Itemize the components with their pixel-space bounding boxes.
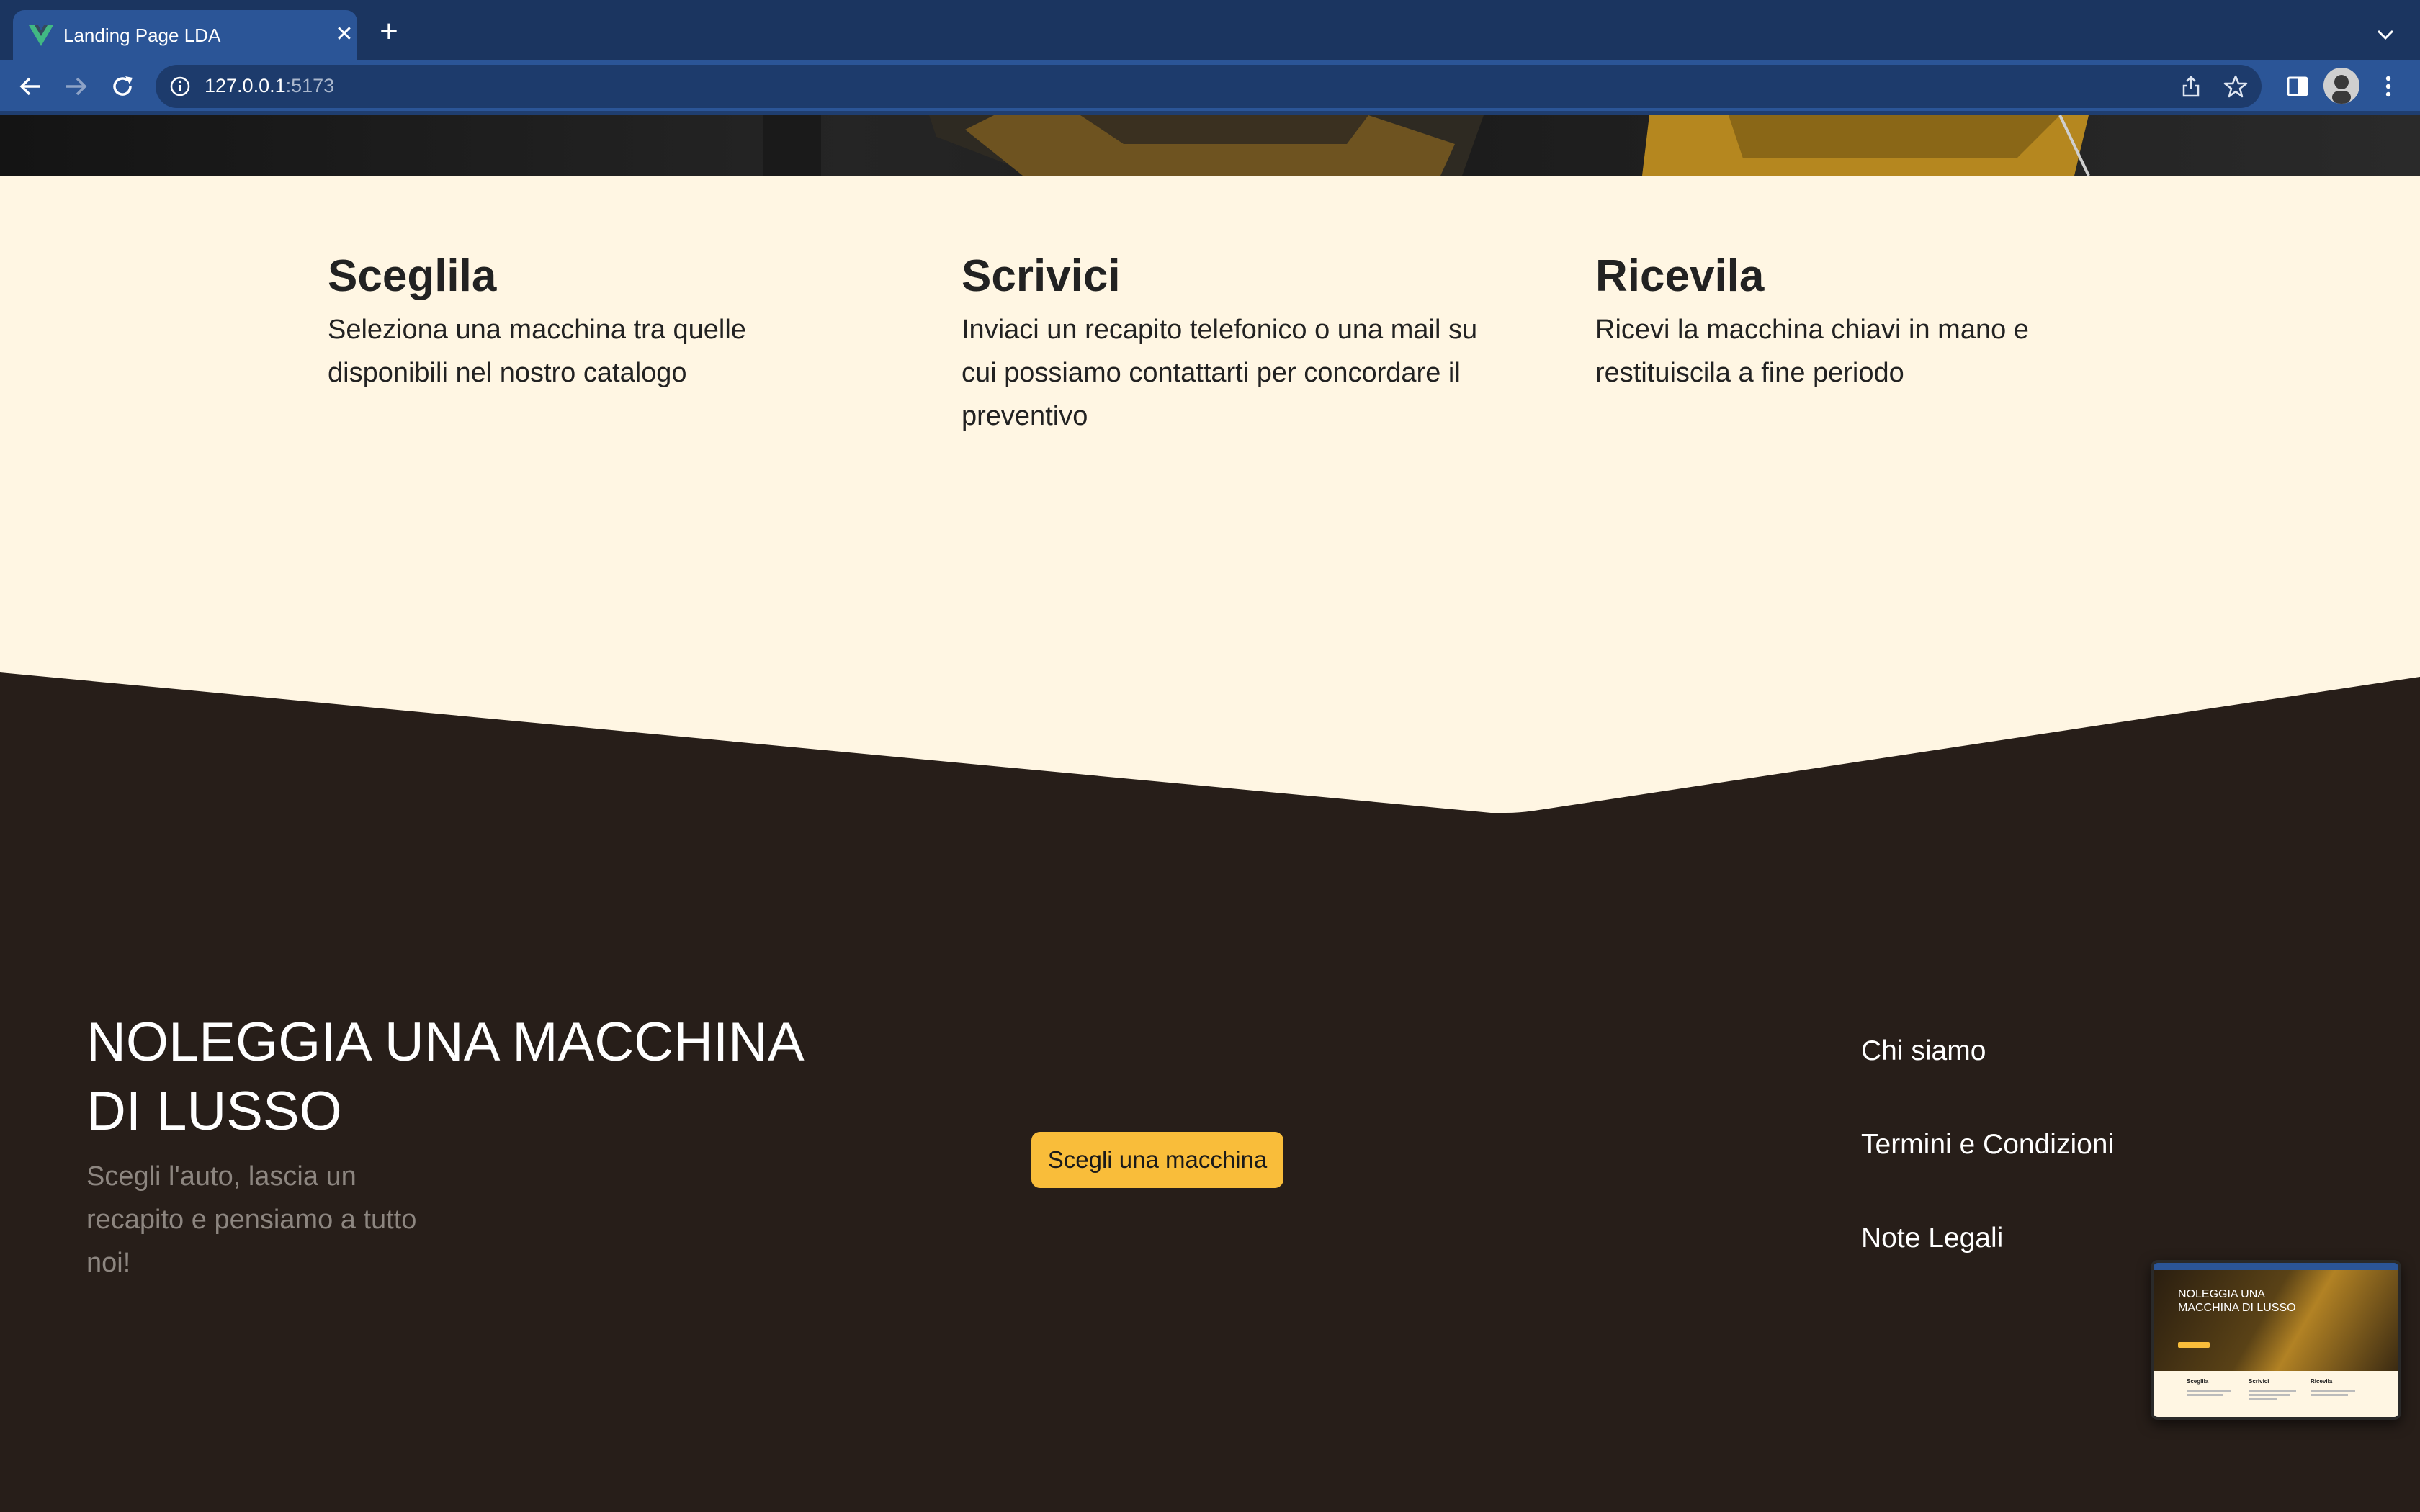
footer: NOLEGGIA UNA MACCHINA DI LUSSO Scegli l'… [0, 814, 2420, 1512]
preview-hero: NOLEGGIA UNA MACCHINA DI LUSSO [2154, 1270, 2398, 1371]
step-title: Sceglila [328, 251, 497, 301]
preview-text-line [2311, 1394, 2348, 1396]
link-about-us[interactable]: Chi siamo [1861, 1030, 2293, 1123]
url-text[interactable]: 127.0.0.1:5173 [205, 75, 334, 97]
preview-text-line [2249, 1390, 2296, 1392]
car-image-fragment [763, 115, 2090, 176]
user-avatar-icon [2323, 68, 2360, 104]
share-icon[interactable] [2178, 73, 2204, 99]
hero-image-strip [0, 115, 2420, 176]
new-tab-button[interactable]: + [375, 16, 403, 48]
section-divider-shape [0, 670, 2420, 814]
address-bar[interactable]: 127.0.0.1:5173 [156, 65, 2262, 108]
preview-browser-bar [2154, 1263, 2398, 1270]
close-icon[interactable]: ✕ [333, 23, 356, 46]
link-terms-conditions[interactable]: Termini e Condizioni [1861, 1123, 2293, 1217]
preview-step-title: Sceglila [2187, 1378, 2209, 1385]
preview-steps: Sceglila Scrivici Ricevila [2154, 1371, 2398, 1417]
step-description: Ricevi la macchina chiavi in mano e rest… [1595, 315, 2029, 388]
browser-toolbar: 127.0.0.1:5173 [0, 60, 2420, 112]
kebab-menu-icon[interactable] [2374, 72, 2403, 101]
preview-step-title: Ricevila [2311, 1378, 2333, 1385]
url-port: :5173 [285, 75, 335, 96]
step-title: Ricevila [1595, 251, 1765, 301]
preview-cta [2178, 1342, 2210, 1348]
url-host: 127.0.0.1 [205, 75, 286, 96]
choose-car-button[interactable]: Scegli una macchina [1031, 1132, 1283, 1188]
preview-text-line [2311, 1390, 2355, 1392]
step-description: Inviaci un recapito telefonico o una mai… [962, 315, 1478, 431]
steps-section: Sceglila Seleziona una macchina tra quel… [0, 176, 2420, 680]
step-choose: Sceglila Seleziona una macchina tra quel… [328, 248, 846, 395]
bookmark-star-icon[interactable] [2223, 73, 2249, 99]
preview-text-line [2187, 1394, 2223, 1396]
forward-arrow-icon[interactable] [62, 72, 91, 101]
preview-step-title: Scrivici [2249, 1378, 2269, 1385]
step-description: Seleziona una macchina tra quelle dispon… [328, 315, 746, 388]
preview-hero-title: NOLEGGIA UNA MACCHINA DI LUSSO [2178, 1288, 2296, 1314]
tab-title: Landing Page LDA [63, 24, 221, 46]
preview-text-line [2249, 1394, 2290, 1396]
browser-chrome: Landing Page LDA ✕ + 127.0.0.1:5173 [0, 0, 2420, 115]
footer-subtitle: Scegli l'auto, lascia un recapito e pens… [86, 1161, 417, 1278]
step-write: Scrivici Inviaci un recapito telefonico … [962, 248, 1480, 438]
chevron-down-icon[interactable] [2371, 20, 2400, 49]
profile-avatar[interactable] [2323, 68, 2360, 104]
preview-text-line [2249, 1398, 2277, 1400]
tab-bar: Landing Page LDA ✕ + [0, 0, 2420, 60]
reload-icon[interactable] [108, 72, 137, 101]
browser-tab-active[interactable]: Landing Page LDA ✕ [13, 10, 357, 60]
footer-title: NOLEGGIA UNA MACCHINA DI LUSSO [86, 1012, 802, 1142]
back-arrow-icon[interactable] [16, 72, 45, 101]
vue-logo-icon [29, 25, 53, 46]
step-receive: Ricevila Ricevi la macchina chiavi in ma… [1595, 248, 2114, 395]
step-title: Scrivici [962, 251, 1121, 301]
info-icon[interactable] [169, 75, 192, 98]
preview-text-line [2187, 1390, 2231, 1392]
side-panel-icon[interactable] [2283, 72, 2312, 101]
screenshot-preview-thumbnail[interactable]: NOLEGGIA UNA MACCHINA DI LUSSO Sceglila … [2151, 1260, 2401, 1420]
